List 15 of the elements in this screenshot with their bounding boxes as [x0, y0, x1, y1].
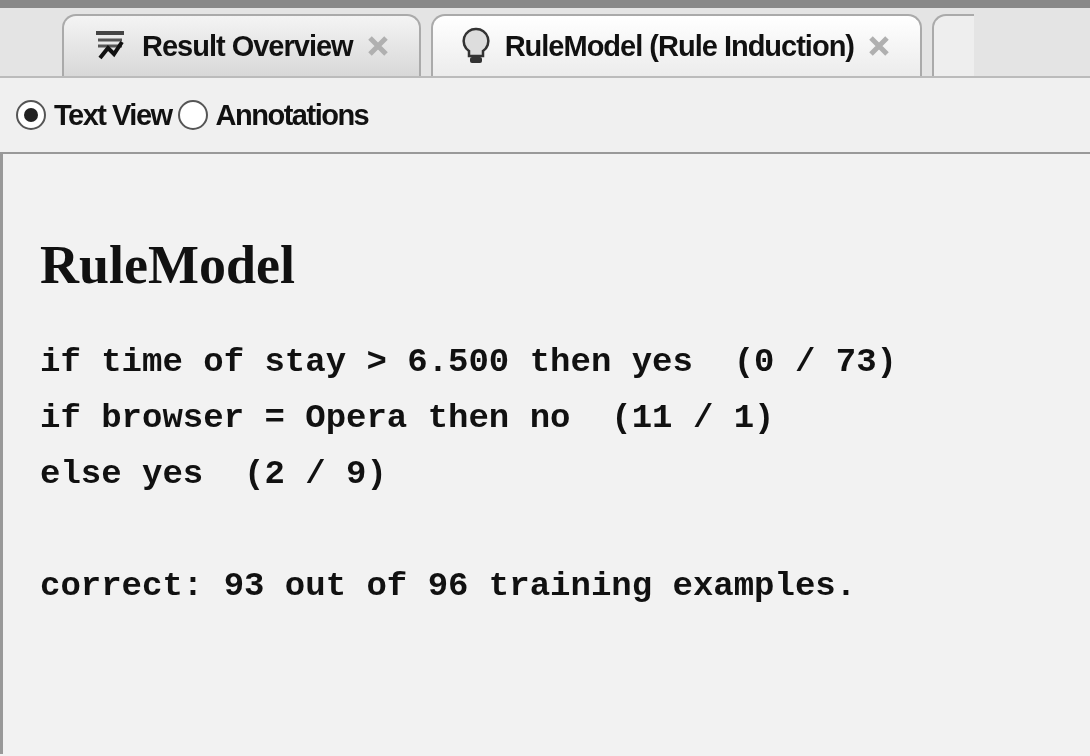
rule-line: if browser = Opera then no (11 / 1): [40, 398, 775, 439]
close-icon[interactable]: [868, 35, 890, 57]
rule-line: else yes (2 / 9): [40, 454, 387, 495]
tab[interactable]: RuleModel (Rule Induction): [430, 14, 922, 76]
radio-option[interactable]: Annotations: [177, 98, 369, 132]
accuracy-summary: correct: 93 out of 96 training examples.: [40, 566, 857, 607]
model-title: RuleModel: [40, 234, 295, 296]
tab[interactable]: Result Overview: [62, 14, 421, 76]
radio-button[interactable]: [16, 100, 46, 130]
lightbulb-icon: [460, 27, 491, 65]
tab[interactable]: [932, 14, 974, 76]
radio-button[interactable]: [177, 100, 208, 130]
radio-option[interactable]: Text View: [16, 98, 172, 132]
close-icon[interactable]: [366, 35, 389, 57]
rule-line: if time of stay > 6.500 then yes (0 / 73): [40, 342, 897, 383]
